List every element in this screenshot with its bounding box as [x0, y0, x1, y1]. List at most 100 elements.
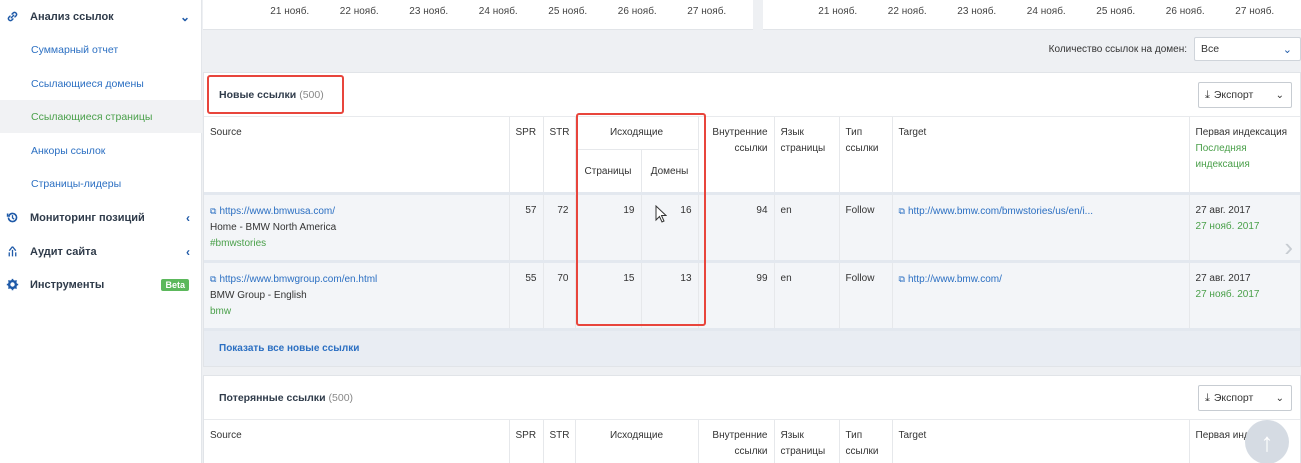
col-source[interactable]: Source [204, 420, 510, 463]
col-str[interactable]: STR [543, 420, 576, 463]
sidebar-section-label: Инструменты [30, 278, 105, 291]
tick-label: 25 нояб. [548, 6, 588, 17]
col-internal[interactable]: Внутренние ссылки [698, 420, 775, 463]
chart-card-right: 21 нояб. 22 нояб. 23 нояб. 24 нояб. 25 н… [763, 0, 1301, 30]
source-title: BMW Group - English [210, 290, 307, 301]
col-indexation[interactable]: Первая индексация Последняя индексация [1189, 117, 1300, 194]
col-type[interactable]: Тип ссылки [839, 420, 893, 463]
sidebar-item-label: Ссылающиеся домены [31, 77, 144, 90]
target-url: http://www.bmw.com/bmwstories/us/en/i... [907, 206, 1094, 217]
tick-label: 26 нояб. [1165, 6, 1205, 17]
history-icon [5, 211, 19, 225]
select-value: Все [1201, 43, 1220, 55]
sidebar-item-referring-domains[interactable]: Ссылающиеся домены [0, 67, 202, 100]
col-str[interactable]: STR [543, 117, 576, 194]
col-lang[interactable]: Язык страницы [774, 420, 840, 463]
col-pages[interactable]: Страницы [575, 149, 642, 194]
chevron-down-icon: ⌄ [1282, 43, 1292, 56]
sidebar-section-link-analysis[interactable]: Анализ ссылок ⌄ [0, 0, 202, 33]
pages-cell: 19 [575, 192, 642, 262]
main-content: 21 нояб. 22 нояб. 23 нояб. 24 нояб. 25 н… [203, 0, 1301, 463]
date-axis: 21 нояб. 22 нояб. 23 нояб. 24 нояб. 25 н… [255, 6, 742, 17]
links-per-domain-select[interactable]: Все ⌄ [1194, 37, 1301, 61]
download-icon: ⤓ [1205, 391, 1210, 404]
tick-label: 27 нояб. [1235, 6, 1275, 17]
panel-title: Новые ссылки [219, 88, 297, 101]
sidebar-item-summary[interactable]: Суммарный отчет [0, 33, 202, 66]
target-link[interactable]: ⧉ http://www.bmw.com/bmwstories/us/en/i..… [899, 206, 1094, 217]
target-cell: ⧉ http://www.bmw.com/ [892, 260, 1190, 328]
sidebar-section-tools[interactable]: Инструменты Beta [0, 268, 202, 301]
col-type[interactable]: Тип ссылки [839, 117, 893, 194]
arrow-up-icon: ↑ [1260, 426, 1274, 457]
col-source[interactable]: Source [204, 117, 510, 194]
sidebar-item-label: Суммарный отчет [31, 43, 119, 56]
target-url: http://www.bmw.com/ [907, 274, 1002, 285]
index-cell: 27 авг. 2017 27 нояб. 2017 [1189, 260, 1301, 328]
tick-label: 21 нояб. [818, 6, 858, 17]
source-cell: ⧉ https://www.bmwusa.com/ Home - BMW Nort… [204, 192, 510, 262]
target-link[interactable]: ⧉ http://www.bmw.com/ [899, 274, 1002, 285]
tick-label: 22 нояб. [887, 6, 927, 17]
export-button[interactable]: ⤓ Экспорт ⌄ [1198, 385, 1292, 411]
tick-label: 24 нояб. [478, 6, 518, 17]
col-outgoing: Исходящие [575, 117, 699, 150]
chart-card-left: 21 нояб. 22 нояб. 23 нояб. 24 нояб. 25 н… [203, 0, 753, 30]
col-outgoing: Исходящие [575, 420, 699, 463]
table-header-row: Source SPR STR Исходящие Внутренние ссыл… [204, 420, 1300, 463]
domains-cell: 13 [641, 260, 699, 328]
source-cell: ⧉ https://www.bmwgroup.com/en.html BMW Gr… [204, 260, 510, 328]
col-spr[interactable]: SPR [509, 420, 544, 463]
sidebar-item-anchors[interactable]: Анкоры ссылок [0, 134, 202, 167]
target-cell: ⧉ http://www.bmw.com/bmwstories/us/en/i..… [892, 192, 1190, 262]
col-domains[interactable]: Домены [641, 149, 699, 194]
col-target[interactable]: Target [892, 420, 1190, 463]
col-spr[interactable]: SPR [509, 117, 544, 194]
type-cell: Follow [839, 260, 893, 328]
sidebar-section-site-audit[interactable]: Аудит сайта ‹ [0, 235, 202, 268]
chevron-down-icon: ⌄ [1275, 392, 1284, 404]
first-index-date: 27 авг. 2017 [1195, 273, 1251, 284]
date-axis: 21 нояб. 22 нояб. 23 нояб. 24 нояб. 25 н… [803, 6, 1290, 17]
sidebar-section-label: Мониторинг позиций [30, 211, 145, 224]
show-all-new-links-button[interactable]: Показать все новые ссылки [204, 328, 1300, 366]
source-link[interactable]: ⧉ https://www.bmwgroup.com/en.html [210, 271, 503, 288]
source-link[interactable]: ⧉ https://www.bmwusa.com/ [210, 203, 503, 220]
last-index-date: 27 нояб. 2017 [1195, 221, 1260, 232]
internal-cell: 94 [698, 192, 775, 262]
scroll-to-top-button[interactable]: ↑ [1245, 420, 1289, 463]
sidebar-section-label: Анализ ссылок [30, 10, 114, 23]
spr-cell: 57 [509, 192, 544, 262]
chevron-down-icon: ⌄ [1275, 89, 1284, 101]
chevron-right-icon[interactable]: › [1284, 232, 1293, 263]
tick-label: 23 нояб. [957, 6, 997, 17]
beta-badge: Beta [161, 278, 189, 291]
new-links-table: Source SPR STR Исходящие Внутренние ссыл… [204, 117, 1301, 328]
anchor-text: #bmwstories [210, 238, 267, 249]
sidebar-section-label: Аудит сайта [30, 245, 97, 258]
str-cell: 70 [543, 260, 576, 328]
sidebar-item-referring-pages[interactable]: Ссылающиеся страницы [0, 100, 202, 133]
panel-header: Потерянные ссылки (500) ⤓ Экспорт ⌄ [204, 376, 1300, 420]
tick-label: 21 нояб. [270, 6, 310, 17]
export-button[interactable]: ⤓ Экспорт ⌄ [1198, 82, 1292, 108]
export-label: Экспорт [1213, 392, 1254, 404]
col-internal[interactable]: Внутренние ссылки [698, 117, 775, 194]
sidebar: Анализ ссылок ⌄ Суммарный отчет Ссылающи… [0, 0, 202, 463]
source-title: Home - BMW North America [210, 222, 337, 233]
tick-label: 25 нояб. [1096, 6, 1136, 17]
first-index-date: 27 авг. 2017 [1195, 205, 1251, 216]
lost-links-table: Source SPR STR Исходящие Внутренние ссыл… [204, 420, 1300, 463]
col-last-index: Последняя индексация [1195, 143, 1250, 170]
sidebar-item-top-pages[interactable]: Страницы-лидеры [0, 167, 202, 200]
col-lang[interactable]: Язык страницы [774, 117, 840, 194]
external-link-icon: ⧉ [210, 206, 217, 216]
tick-label: 26 нояб. [617, 6, 657, 17]
col-target[interactable]: Target [892, 117, 1190, 194]
download-icon: ⤓ [1205, 88, 1210, 101]
tick-label: 22 нояб. [339, 6, 379, 17]
domain-filter: Количество ссылок на домен: Все ⌄ [1049, 37, 1301, 61]
sidebar-item-label: Анкоры ссылок [31, 144, 106, 157]
sidebar-section-position-monitoring[interactable]: Мониторинг позиций ‹ [0, 201, 202, 234]
lang-cell: en [774, 192, 840, 262]
